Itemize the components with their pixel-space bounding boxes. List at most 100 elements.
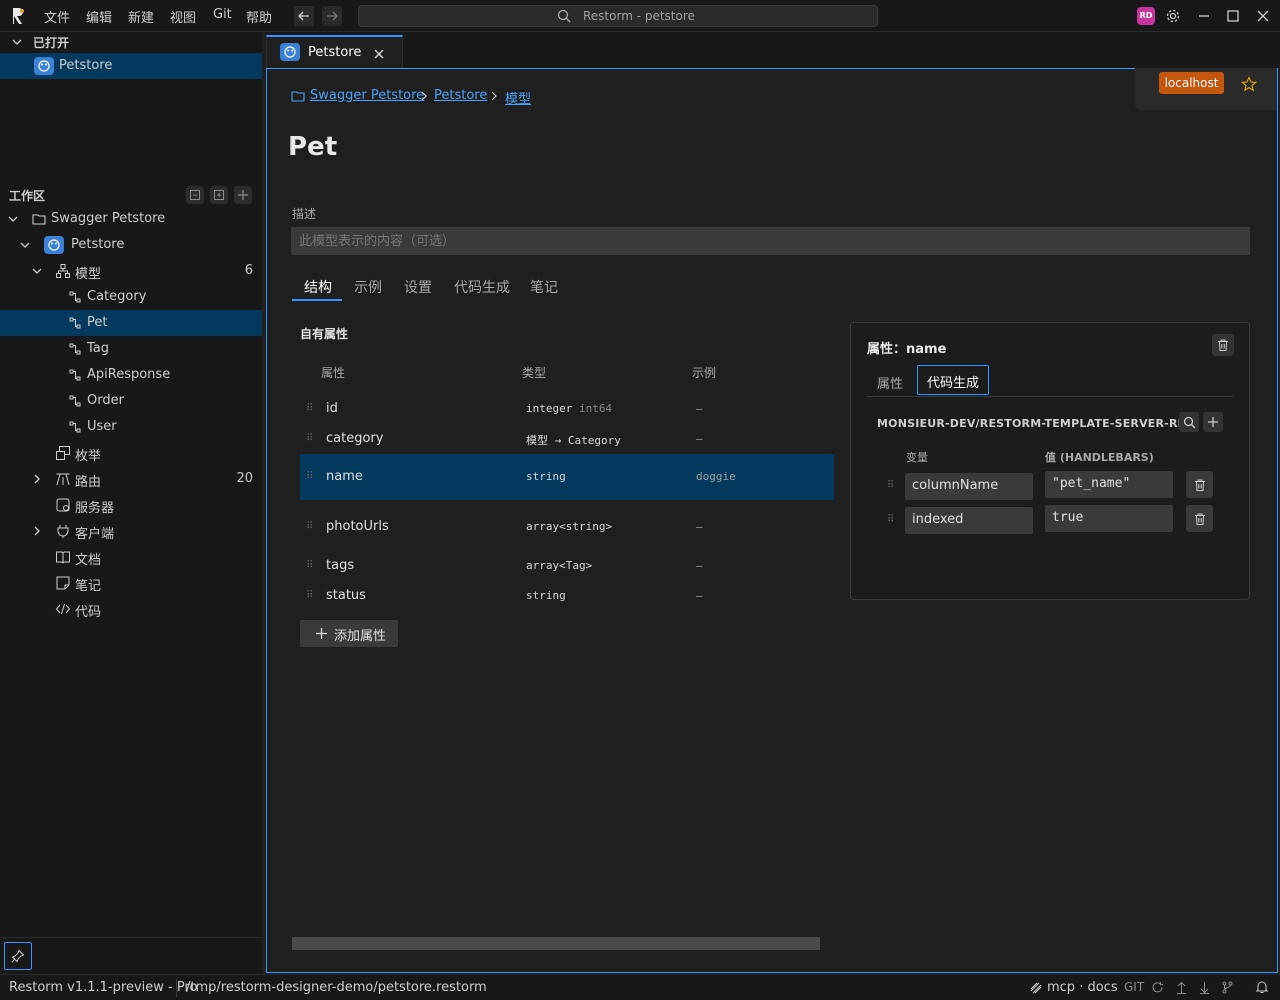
drag-handle-icon[interactable]: ⠿ [887,514,894,525]
settings-button[interactable] [1163,6,1183,26]
tree-routes[interactable]: 路由 20 [0,466,262,492]
menu-git[interactable]: Git [213,7,232,22]
expand-all-button[interactable] [210,186,228,204]
drag-handle-icon[interactable]: ⠿ [306,471,313,482]
inspector-tab-attributes[interactable]: 属性 [877,373,903,392]
value-input[interactable]: true [1045,505,1173,532]
tree-model-item[interactable]: Category [0,284,262,310]
minimize-button[interactable] [1194,6,1214,26]
add-property-button[interactable]: 添加属性 [300,620,398,647]
delete-variable-button[interactable] [1186,505,1213,532]
drag-handle-icon[interactable]: ⠿ [306,560,313,571]
tree-model-item[interactable]: Tag [0,336,262,362]
pull-icon[interactable] [1198,981,1211,994]
file-path[interactable]: /tmp/restorm-designer-demo/petstore.rest… [186,980,487,995]
drag-handle-icon[interactable]: ⠿ [306,433,313,444]
maximize-button[interactable] [1223,6,1243,26]
breadcrumb-project[interactable]: Swagger Petstore [310,88,424,103]
breadcrumb-api[interactable]: Petstore [434,88,487,103]
tab-notes[interactable]: 笔记 [530,277,558,297]
breadcrumb-models[interactable]: 模型 [505,88,531,107]
tree-model-item[interactable]: Order [0,388,262,414]
tree-enums[interactable]: 枚举 [0,440,262,466]
tree-model-item[interactable]: ApiResponse [0,362,262,388]
drag-handle-icon[interactable]: ⠿ [306,590,313,601]
arrow-left-icon [298,11,309,21]
tree-model-item[interactable]: User [0,414,262,440]
tree-notes[interactable]: 笔记 [0,570,262,596]
tab-codegen[interactable]: 代码生成 [454,277,510,297]
tree-code[interactable]: 代码 [0,596,262,622]
collapse-all-button[interactable] [186,186,204,204]
close-tab-icon[interactable] [373,48,385,60]
menu-new[interactable]: 新建 [128,7,154,26]
property-example: – [696,520,703,533]
inspector-tab-codegen[interactable]: 代码生成 [917,365,989,395]
tree-model-item[interactable]: Pet [0,310,262,336]
page-title: Pet [288,132,338,162]
branch-icon[interactable] [1221,981,1234,994]
property-row[interactable]: ⠿ photoUrls array<string> – [300,514,834,540]
tree-docs[interactable]: 文档 [0,544,262,570]
drag-handle-icon[interactable]: ⠿ [306,403,313,414]
tree-model-label: Order [87,393,124,408]
model-icon [69,395,81,407]
refresh-icon[interactable] [1151,981,1164,994]
plus-icon [238,190,248,200]
drag-handle-icon[interactable]: ⠿ [887,480,894,491]
environment-badge[interactable]: localhost [1159,72,1224,94]
drag-handle-icon[interactable]: ⠿ [306,521,313,532]
search-template-button[interactable] [1179,412,1199,432]
horizontal-scrollbar[interactable] [292,937,820,950]
push-icon[interactable] [1175,981,1188,994]
star-icon[interactable] [1241,76,1257,92]
menu-file[interactable]: 文件 [44,7,70,26]
opened-item-petstore[interactable]: Petstore [0,53,262,79]
model-icon [69,421,81,433]
tree-api-petstore[interactable]: Petstore [0,232,262,258]
forward-button[interactable] [322,6,342,26]
variable-input[interactable]: indexed [905,507,1033,534]
property-type: 模型 → Category [526,434,621,447]
property-example: doggie [696,470,736,483]
menu-help[interactable]: 帮助 [246,7,272,26]
menu-view[interactable]: 视图 [170,7,196,26]
tab-structure[interactable]: 结构 [304,277,332,297]
tree-servers[interactable]: 服务器 [0,492,262,518]
mcp-status[interactable]: mcp · docs [1047,980,1118,995]
bell-icon[interactable] [1255,980,1269,994]
property-type: array<Tag> [526,559,593,572]
property-row[interactable]: ⠿ id integer int64 – [300,396,834,422]
property-type: string [526,470,566,483]
tab-settings[interactable]: 设置 [404,277,432,297]
tree-root-swagger-petstore[interactable]: Swagger Petstore [0,206,262,232]
tab-petstore[interactable]: Petstore [266,35,403,69]
close-window-button[interactable] [1253,6,1273,26]
tree-models[interactable]: 模型 6 [0,258,262,284]
property-row[interactable]: ⠿ status string – [300,583,834,609]
property-row[interactable]: ⠿ tags array<Tag> – [300,553,834,579]
git-label: GIT [1124,980,1145,994]
model-icon [69,369,81,381]
enum-icon [56,446,70,460]
back-button[interactable] [294,6,314,26]
variable-input[interactable]: columnName [905,473,1033,500]
tree-clients[interactable]: 客户端 [0,518,262,544]
delete-variable-button[interactable] [1186,471,1213,498]
menu-edit[interactable]: 编辑 [86,7,112,26]
property-example: – [696,402,703,415]
add-variable-button[interactable] [1203,412,1223,432]
tab-examples[interactable]: 示例 [354,277,382,297]
description-input[interactable] [291,227,1250,255]
pin-sidebar-button[interactable] [4,942,32,970]
add-workspace-item-button[interactable] [234,186,252,204]
model-icon [69,291,81,303]
value-input[interactable]: "pet_name" [1045,471,1173,498]
chevron-down-icon[interactable] [10,35,24,49]
property-row[interactable]: ⠿ category 模型 → Category – [300,426,834,452]
property-row-selected[interactable]: ⠿ name string doggie [300,454,834,500]
delete-property-button[interactable] [1212,334,1234,356]
avatar[interactable]: RD [1137,7,1155,25]
command-search[interactable]: Restorm - petstore [358,5,878,27]
note-icon [56,576,70,590]
